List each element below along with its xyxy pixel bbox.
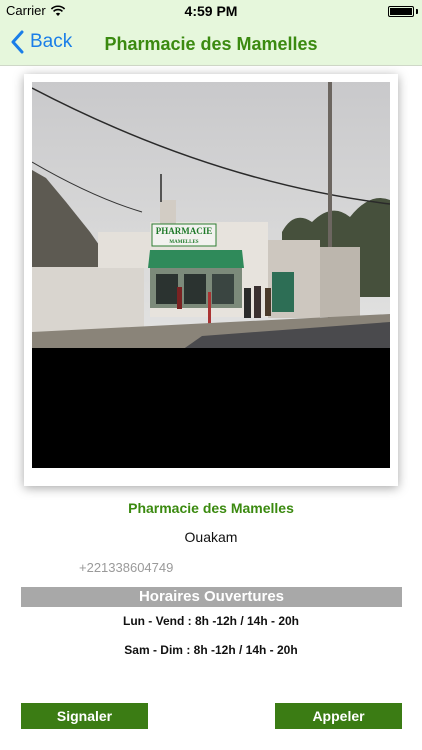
pharmacy-photo-illustration: PHARMACIE MAMELLES <box>32 82 390 468</box>
battery-tip <box>416 9 418 14</box>
pharmacy-name: Pharmacie des Mamelles <box>128 500 294 516</box>
sign-title: PHARMACIE <box>156 226 213 236</box>
district-label: Ouakam <box>184 529 238 545</box>
pharmacy-photo: PHARMACIE MAMELLES <box>32 82 390 468</box>
call-button[interactable]: Appeler <box>275 703 402 729</box>
hours-header: Horaires Ouvertures <box>21 587 402 607</box>
navigation-bar: Back Pharmacie des Mamelles <box>0 22 422 66</box>
hours-weekend: Sam - Dim : 8h -12h / 14h - 20h <box>124 643 298 657</box>
chevron-left-icon <box>11 30 24 54</box>
sign-subtitle: MAMELLES <box>169 240 198 245</box>
battery-fill <box>390 8 412 15</box>
hours-weekdays: Lun - Vend : 8h -12h / 14h - 20h <box>122 614 300 628</box>
photo-card: PHARMACIE MAMELLES <box>24 74 398 486</box>
status-time: 4:59 PM <box>184 3 238 19</box>
page-title: Pharmacie des Mamelles <box>104 34 318 54</box>
battery-icon <box>388 6 414 17</box>
phone-number[interactable]: +221338604749 <box>79 560 173 575</box>
status-bar: Carrier 4:59 PM <box>0 0 422 22</box>
report-button[interactable]: Signaler <box>21 703 148 729</box>
